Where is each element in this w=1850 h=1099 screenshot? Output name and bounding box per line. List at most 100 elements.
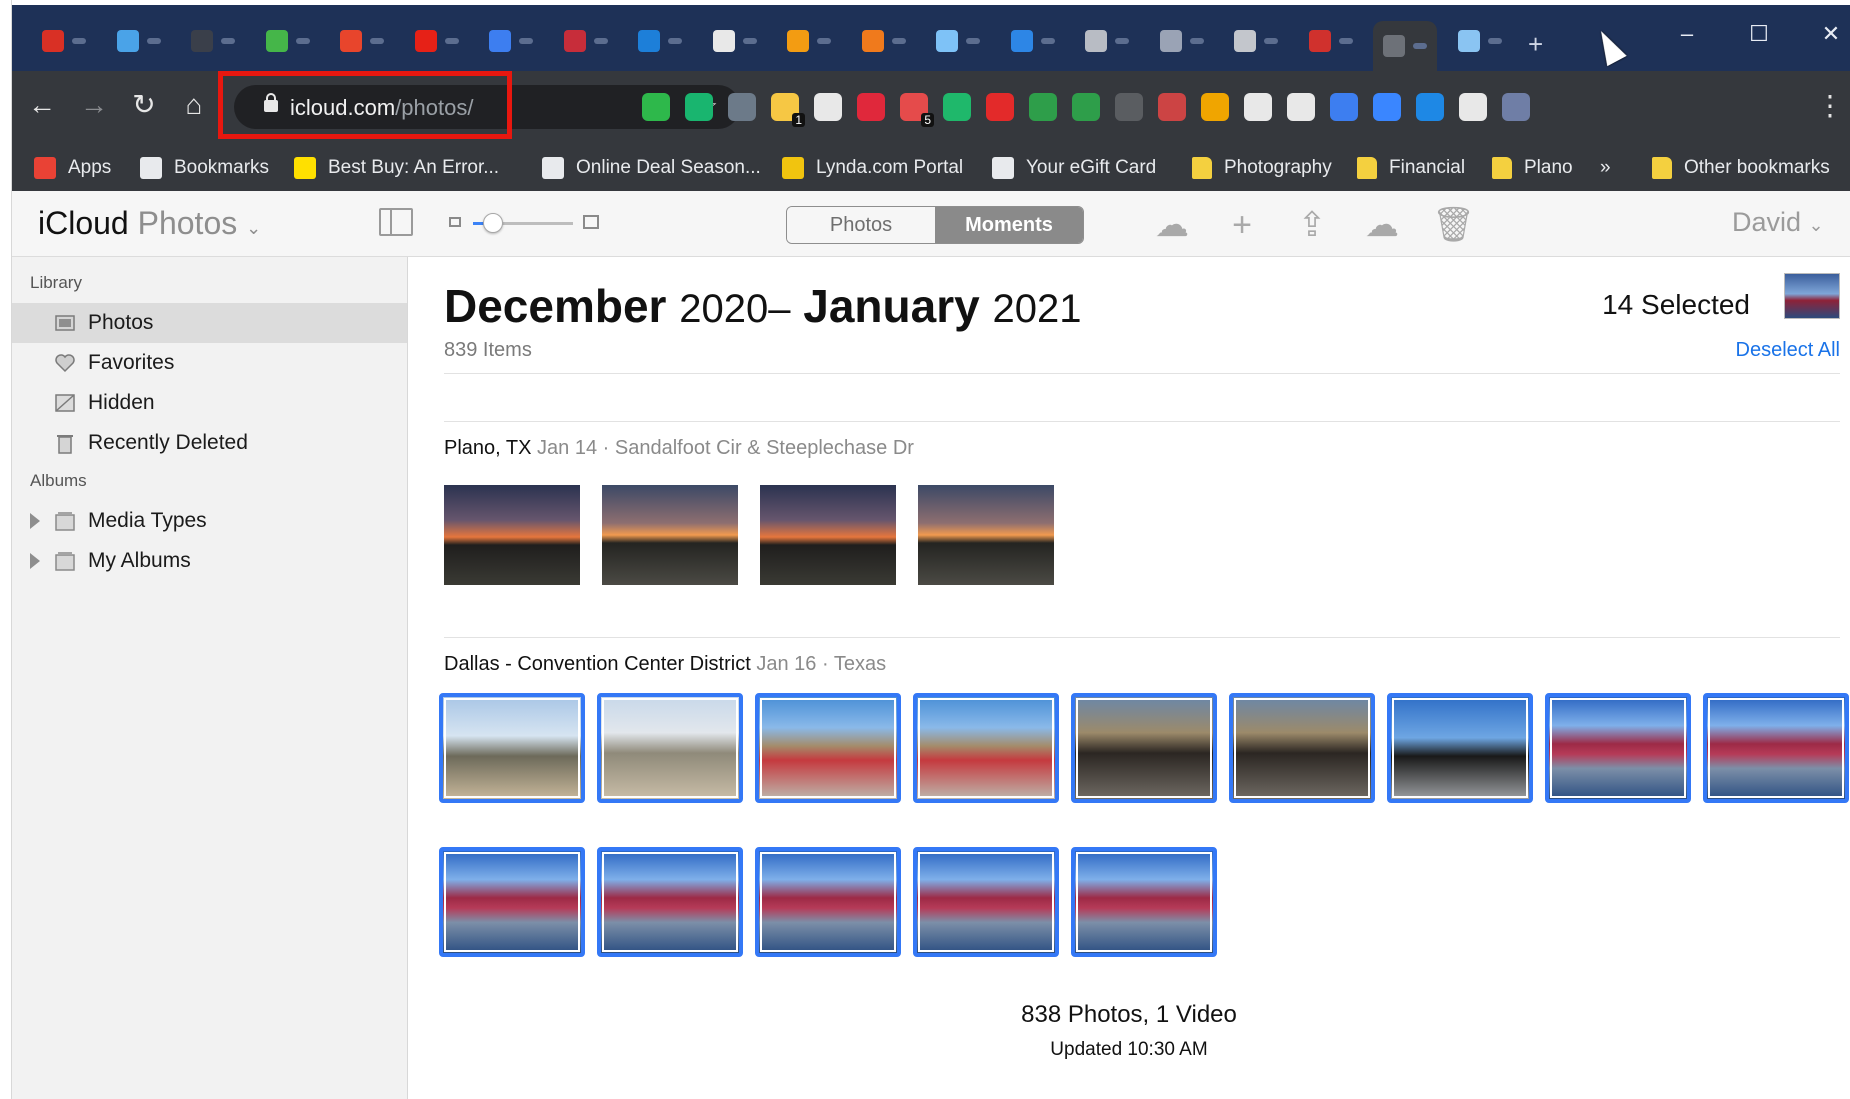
dashed-square-icon[interactable] bbox=[1072, 93, 1100, 121]
sidebar-item-favorites[interactable]: Favorites bbox=[12, 343, 407, 383]
selected-photo-thumbnail[interactable] bbox=[755, 847, 901, 957]
browser-tab[interactable] bbox=[852, 25, 916, 57]
grammarly-icon[interactable] bbox=[685, 93, 713, 121]
bookmark-item[interactable]: Bookmarks bbox=[140, 155, 269, 181]
browser-tab[interactable] bbox=[1001, 25, 1065, 57]
bookmark-item[interactable]: Lynda.com Portal bbox=[782, 155, 963, 181]
download-icon[interactable]: ☁ bbox=[1362, 205, 1402, 245]
minimize-icon[interactable]: – bbox=[1672, 19, 1702, 49]
browser-tab[interactable] bbox=[777, 25, 841, 57]
selected-photo-thumbnail[interactable] bbox=[1703, 693, 1849, 803]
selected-photo-thumbnail[interactable] bbox=[439, 847, 585, 957]
disclosure-triangle-icon[interactable] bbox=[30, 513, 40, 529]
selected-photo-thumbnail[interactable] bbox=[1545, 693, 1691, 803]
browser-tab[interactable] bbox=[1075, 25, 1139, 57]
browser-tab[interactable] bbox=[107, 25, 171, 57]
browser-tab[interactable] bbox=[330, 25, 394, 57]
browser-tab[interactable] bbox=[256, 25, 320, 57]
deselect-all-link[interactable]: Deselect All bbox=[1508, 339, 1841, 362]
bookmark-item[interactable]: Plano bbox=[1492, 155, 1573, 181]
selected-photo-thumbnail[interactable] bbox=[913, 847, 1059, 957]
sidebar-item-hidden[interactable]: Hidden bbox=[12, 383, 407, 423]
selected-photo-thumbnail[interactable] bbox=[1071, 693, 1217, 803]
diamond-icon[interactable] bbox=[1373, 93, 1401, 121]
bookmark-item[interactable]: Photography bbox=[1192, 155, 1332, 181]
user-menu[interactable]: David ⌄ bbox=[1732, 207, 1824, 238]
segment-moments[interactable]: Moments bbox=[935, 207, 1083, 243]
browser-tab[interactable] bbox=[479, 25, 543, 57]
app-switcher[interactable]: iCloud Photos ⌄ bbox=[38, 205, 261, 242]
browser-tab[interactable] bbox=[1373, 21, 1437, 71]
sidebar-item-media-types[interactable]: Media Types bbox=[12, 501, 407, 541]
sidebar-item-recently-deleted[interactable]: Recently Deleted bbox=[12, 423, 407, 463]
evernote-icon[interactable] bbox=[642, 93, 670, 121]
target-icon[interactable] bbox=[1416, 93, 1444, 121]
share-icon[interactable]: ⇪ bbox=[1292, 205, 1332, 245]
browser-tab[interactable] bbox=[1150, 25, 1214, 57]
selected-photo-thumbnail[interactable] bbox=[439, 693, 585, 803]
sidebar-item-photos[interactable]: Photos bbox=[12, 303, 407, 343]
bookmark-item[interactable]: Other bookmarks bbox=[1652, 155, 1830, 181]
reload-icon[interactable]: ↻ bbox=[126, 87, 162, 123]
browser-tab[interactable] bbox=[1299, 25, 1363, 57]
browser-tab[interactable] bbox=[1224, 25, 1288, 57]
photo-thumbnail[interactable] bbox=[602, 485, 738, 585]
browser-tab[interactable] bbox=[32, 25, 96, 57]
new-tab-icon[interactable]: + bbox=[1528, 31, 1543, 57]
selected-photo-thumbnail[interactable] bbox=[1387, 693, 1533, 803]
photo-thumbnail[interactable] bbox=[444, 485, 580, 585]
add-icon[interactable]: + bbox=[1222, 205, 1262, 245]
bookmark-item[interactable]: Online Deal Season... bbox=[542, 155, 761, 181]
profile-icon[interactable] bbox=[1502, 93, 1530, 121]
close-icon[interactable]: ✕ bbox=[1816, 19, 1846, 49]
selected-photo-thumbnail[interactable] bbox=[913, 693, 1059, 803]
photo-thumbnail[interactable] bbox=[760, 485, 896, 585]
home-icon[interactable]: ⌂ bbox=[176, 87, 212, 123]
photo-thumbnail[interactable] bbox=[918, 485, 1054, 585]
upload-icon[interactable]: ☁ bbox=[1152, 205, 1192, 245]
bookmark-item[interactable]: » bbox=[1600, 155, 1611, 181]
sidebar-toggle-icon[interactable] bbox=[379, 208, 413, 236]
bookmark-item[interactable]: Your eGift Card bbox=[992, 155, 1156, 181]
layers-icon[interactable] bbox=[814, 93, 842, 121]
amazon-icon[interactable] bbox=[1201, 93, 1229, 121]
selected-photo-thumbnail[interactable] bbox=[1229, 693, 1375, 803]
puzzle-icon[interactable] bbox=[1459, 93, 1487, 121]
zoom-knob[interactable] bbox=[483, 213, 503, 233]
s-extension-icon[interactable] bbox=[728, 93, 756, 121]
bookmark-item[interactable]: Apps bbox=[34, 155, 111, 181]
browser-tab[interactable] bbox=[703, 25, 767, 57]
sticky-note-icon[interactable]: 1 bbox=[771, 93, 805, 127]
browser-tab[interactable] bbox=[926, 25, 990, 57]
segment-photos[interactable]: Photos bbox=[787, 207, 935, 243]
browser-tab[interactable] bbox=[1448, 25, 1512, 57]
chrome-menu-icon[interactable]: ⋮ bbox=[1816, 89, 1844, 122]
browser-tab[interactable] bbox=[405, 25, 469, 57]
browser-tab[interactable] bbox=[181, 25, 245, 57]
forward-icon[interactable]: → bbox=[76, 87, 112, 123]
selected-photo-thumbnail[interactable] bbox=[597, 693, 743, 803]
todoist-icon[interactable]: 5 bbox=[900, 93, 934, 127]
disclosure-triangle-icon[interactable] bbox=[30, 553, 40, 569]
bookmark-item[interactable]: Best Buy: An Error... bbox=[294, 155, 499, 181]
browser-tab[interactable] bbox=[554, 25, 618, 57]
sidebar-item-my-albums[interactable]: My Albums bbox=[12, 541, 407, 581]
back-icon[interactable]: ← bbox=[24, 87, 60, 123]
adblock-icon[interactable] bbox=[986, 93, 1014, 121]
dashed-square-icon[interactable] bbox=[1029, 93, 1057, 121]
bookmark-item[interactable]: Financial bbox=[1357, 155, 1465, 181]
selected-photo-thumbnail[interactable] bbox=[1071, 847, 1217, 957]
browser-tab[interactable] bbox=[628, 25, 692, 57]
trash-icon[interactable]: 🗑 bbox=[1432, 205, 1475, 245]
feather-icon[interactable] bbox=[1330, 93, 1358, 121]
s-circle-icon[interactable] bbox=[1287, 93, 1315, 121]
lastpass-icon[interactable] bbox=[943, 93, 971, 121]
pinterest-icon[interactable] bbox=[857, 93, 885, 121]
selected-photo-thumbnail[interactable] bbox=[755, 693, 901, 803]
circle-extension-icon[interactable] bbox=[1115, 93, 1143, 121]
dropbox-icon[interactable] bbox=[1244, 93, 1272, 121]
selected-photo-thumbnail[interactable] bbox=[597, 847, 743, 957]
zoom-slider[interactable] bbox=[449, 213, 599, 233]
maximize-icon[interactable]: ☐ bbox=[1744, 19, 1774, 49]
pen-icon[interactable] bbox=[1158, 93, 1186, 121]
